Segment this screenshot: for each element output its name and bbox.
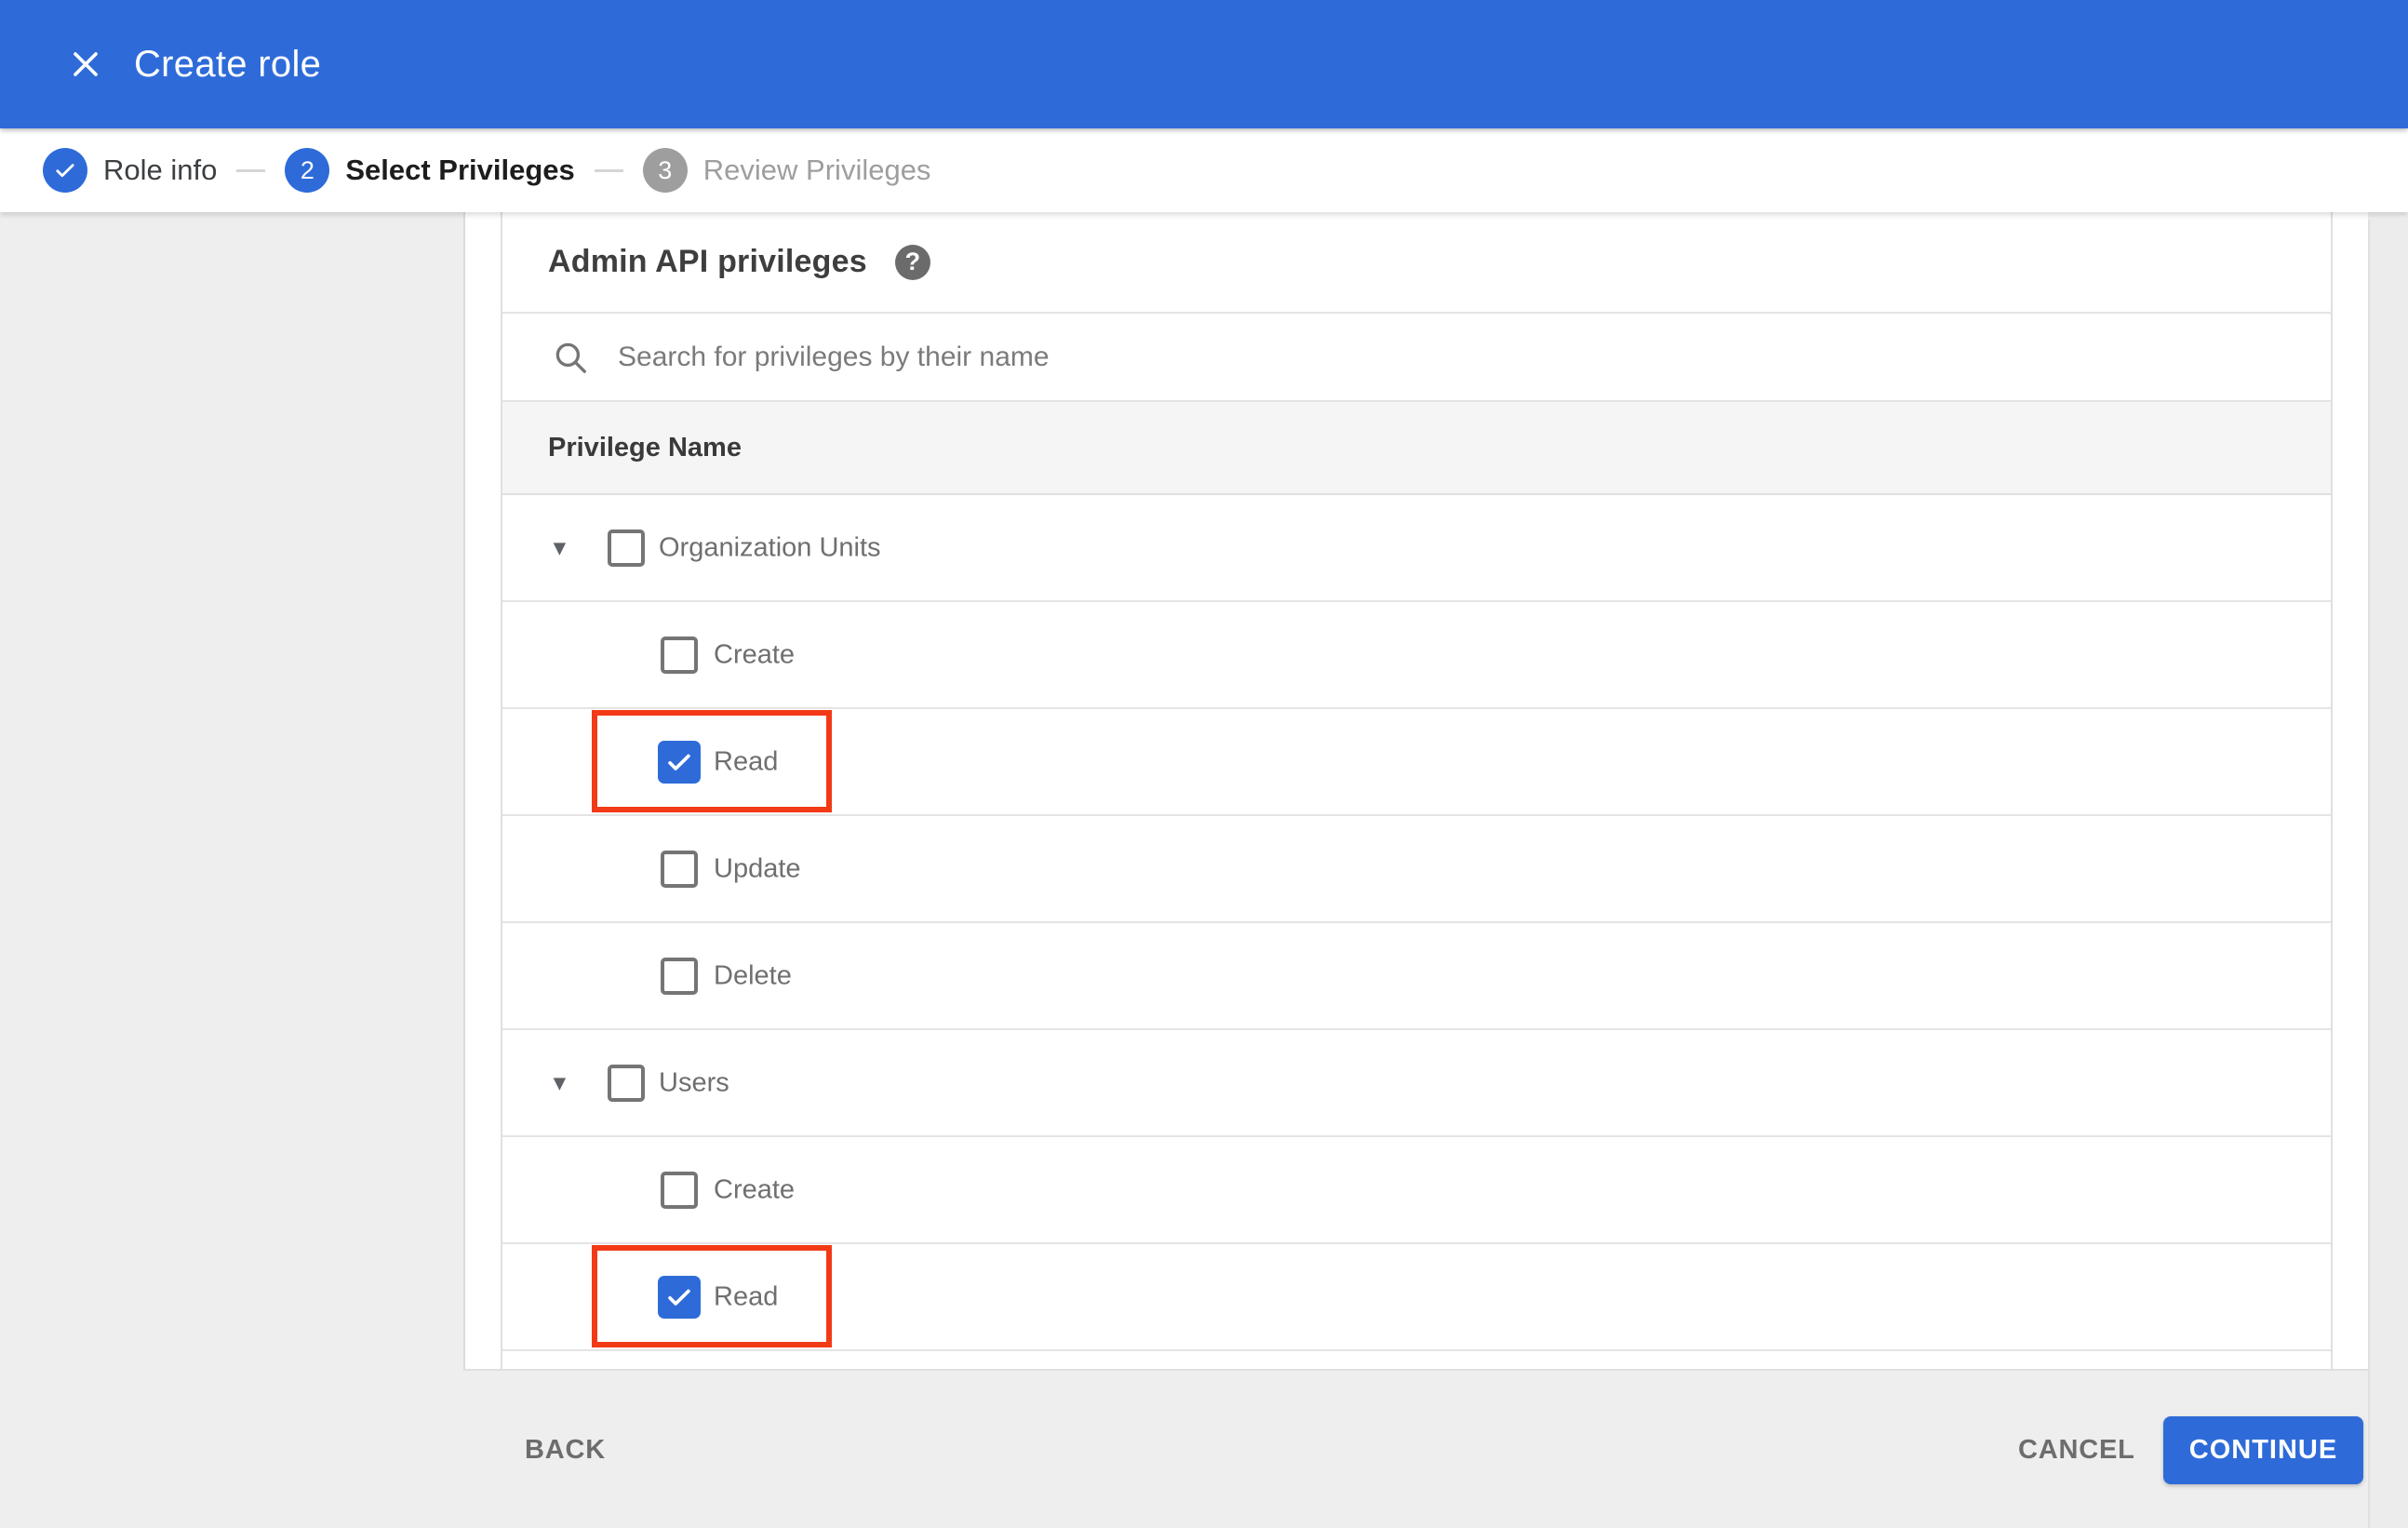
stepper: Role info 2 Select Privileges 3 Review Privi…: [0, 128, 2408, 212]
table-header: Privilege Name: [502, 402, 2331, 495]
search-row: [502, 314, 2331, 402]
privilege-label: Create: [714, 639, 796, 669]
privilege-label: Delete: [714, 960, 792, 990]
cancel-button[interactable]: CANCEL: [1996, 1416, 2158, 1484]
check-icon: [668, 1289, 690, 1306]
dialog-title: Create role: [134, 43, 322, 85]
stepper-step-select-privileges[interactable]: 2 Select Privileges: [285, 148, 575, 193]
table-row: Create: [502, 1137, 2331, 1244]
checkbox-read[interactable]: [658, 740, 701, 784]
step-connector: [236, 168, 266, 172]
table-row: Read: [502, 1244, 2331, 1351]
privilege-label: Organization Units: [659, 532, 881, 562]
step-label: Select Privileges: [345, 154, 575, 186]
check-icon: [56, 164, 74, 178]
search-icon: [555, 342, 586, 373]
heading-row: Admin API privileges ?: [502, 212, 2331, 314]
create-role-dialog: Create role Role info 2 Select Privileges 3…: [0, 0, 2408, 1528]
collapse-arrow-icon[interactable]: ▼: [549, 537, 570, 558]
step-label: Role info: [103, 154, 218, 186]
step-connector: [594, 168, 623, 172]
collapse-arrow-icon[interactable]: ▼: [549, 1072, 570, 1093]
continue-button[interactable]: CONTINUE: [2163, 1416, 2363, 1484]
section-title: Admin API privileges: [548, 244, 867, 279]
step-number-badge: 3: [642, 148, 688, 193]
table-row: Update: [502, 816, 2331, 923]
close-x-glyph: [74, 52, 98, 76]
privilege-label: Update: [714, 853, 801, 883]
close-icon[interactable]: [58, 36, 114, 92]
check-icon: [668, 754, 690, 771]
checkbox-read[interactable]: [658, 1275, 701, 1319]
privileges-panel: Admin API privileges ? Privilege Name ▼ O…: [463, 212, 2368, 1371]
privileges-table: ▼ Organization Units Create Read Update Dele…: [502, 495, 2331, 1351]
checkbox-update[interactable]: [661, 850, 698, 888]
step-number-badge: 2: [285, 148, 330, 193]
privileges-card: Admin API privileges ? Privilege Name ▼ O…: [501, 212, 2333, 1371]
checkbox-users[interactable]: [608, 1064, 645, 1102]
checkbox-delete[interactable]: [661, 957, 698, 995]
stepper-step-review-privileges[interactable]: 3 Review Privileges: [642, 148, 931, 193]
checkbox-create[interactable]: [661, 1171, 698, 1209]
table-row: Delete: [502, 923, 2331, 1030]
table-row: ▼ Users: [502, 1030, 2331, 1137]
app-bar: Create role: [0, 0, 2408, 128]
table-header-label: Privilege Name: [548, 432, 742, 462]
search-input[interactable]: [616, 340, 1922, 374]
back-button[interactable]: BACK: [502, 1416, 628, 1484]
scrollbar-track[interactable]: [2368, 220, 2408, 1528]
table-row: ▼ Organization Units: [502, 495, 2331, 602]
annotation-highlight-box: [592, 710, 832, 812]
privilege-label: Read: [714, 746, 779, 776]
annotation-highlight-box: [592, 1245, 832, 1347]
step-completed-check-icon: [43, 148, 87, 193]
checkbox-organization-units[interactable]: [608, 529, 645, 567]
step-label: Review Privileges: [702, 154, 931, 186]
table-row: Create: [502, 602, 2331, 709]
privilege-label: Read: [714, 1281, 779, 1311]
help-icon[interactable]: ?: [894, 244, 930, 280]
stepper-step-role-info[interactable]: Role info: [43, 148, 217, 193]
privilege-label: Users: [659, 1067, 729, 1097]
privilege-label: Create: [714, 1174, 796, 1204]
table-row: Read: [502, 709, 2331, 816]
checkbox-create[interactable]: [661, 636, 698, 674]
